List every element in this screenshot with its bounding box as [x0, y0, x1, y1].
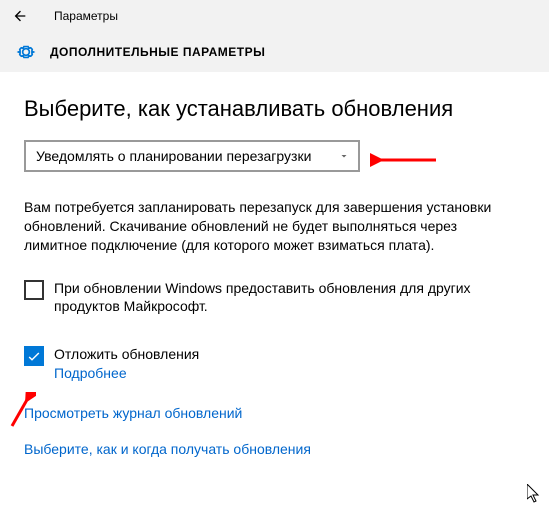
checkmark-icon [26, 348, 42, 364]
gear-icon [16, 42, 36, 62]
update-mode-dropdown[interactable]: Уведомлять о планировании перезагрузки [24, 140, 360, 172]
checkbox-defer-labels: Отложить обновления Подробнее [54, 345, 199, 381]
checkbox-defer-updates[interactable] [24, 346, 44, 366]
page-title: ДОПОЛНИТЕЛЬНЫЕ ПАРАМЕТРЫ [50, 45, 265, 59]
app-title: Параметры [54, 9, 118, 23]
header: Параметры ДОПОЛНИТЕЛЬНЫЕ ПАРАМЕТРЫ [0, 0, 549, 72]
mouse-cursor-icon [527, 484, 541, 504]
checkbox-other-products-row: При обновлении Windows предоставить обно… [24, 279, 525, 315]
description-text: Вам потребуется запланировать перезапуск… [24, 198, 514, 255]
dropdown-value: Уведомлять о планировании перезагрузки [36, 148, 311, 164]
annotation-arrow-checkbox [6, 392, 36, 430]
checkbox-other-products-label: При обновлении Windows предоставить обно… [54, 279, 474, 315]
content: Выберите, как устанавливать обновления У… [0, 72, 549, 457]
section-heading: Выберите, как устанавливать обновления [24, 96, 525, 122]
choose-schedule-link[interactable]: Выберите, как и когда получать обновлени… [24, 441, 311, 457]
checkbox-defer-label: Отложить обновления [54, 345, 199, 363]
header-bottom-row: ДОПОЛНИТЕЛЬНЫЕ ПАРАМЕТРЫ [0, 32, 549, 72]
header-top-row: Параметры [0, 0, 549, 32]
chevron-down-icon [338, 150, 350, 162]
arrow-left-icon [12, 8, 28, 24]
checkbox-defer-row: Отложить обновления Подробнее [24, 345, 525, 381]
view-history-link[interactable]: Просмотреть журнал обновлений [24, 405, 242, 421]
back-button[interactable] [10, 6, 30, 26]
checkbox-other-products[interactable] [24, 280, 44, 300]
defer-more-link[interactable]: Подробнее [54, 365, 127, 381]
annotation-arrow-dropdown [370, 148, 440, 172]
